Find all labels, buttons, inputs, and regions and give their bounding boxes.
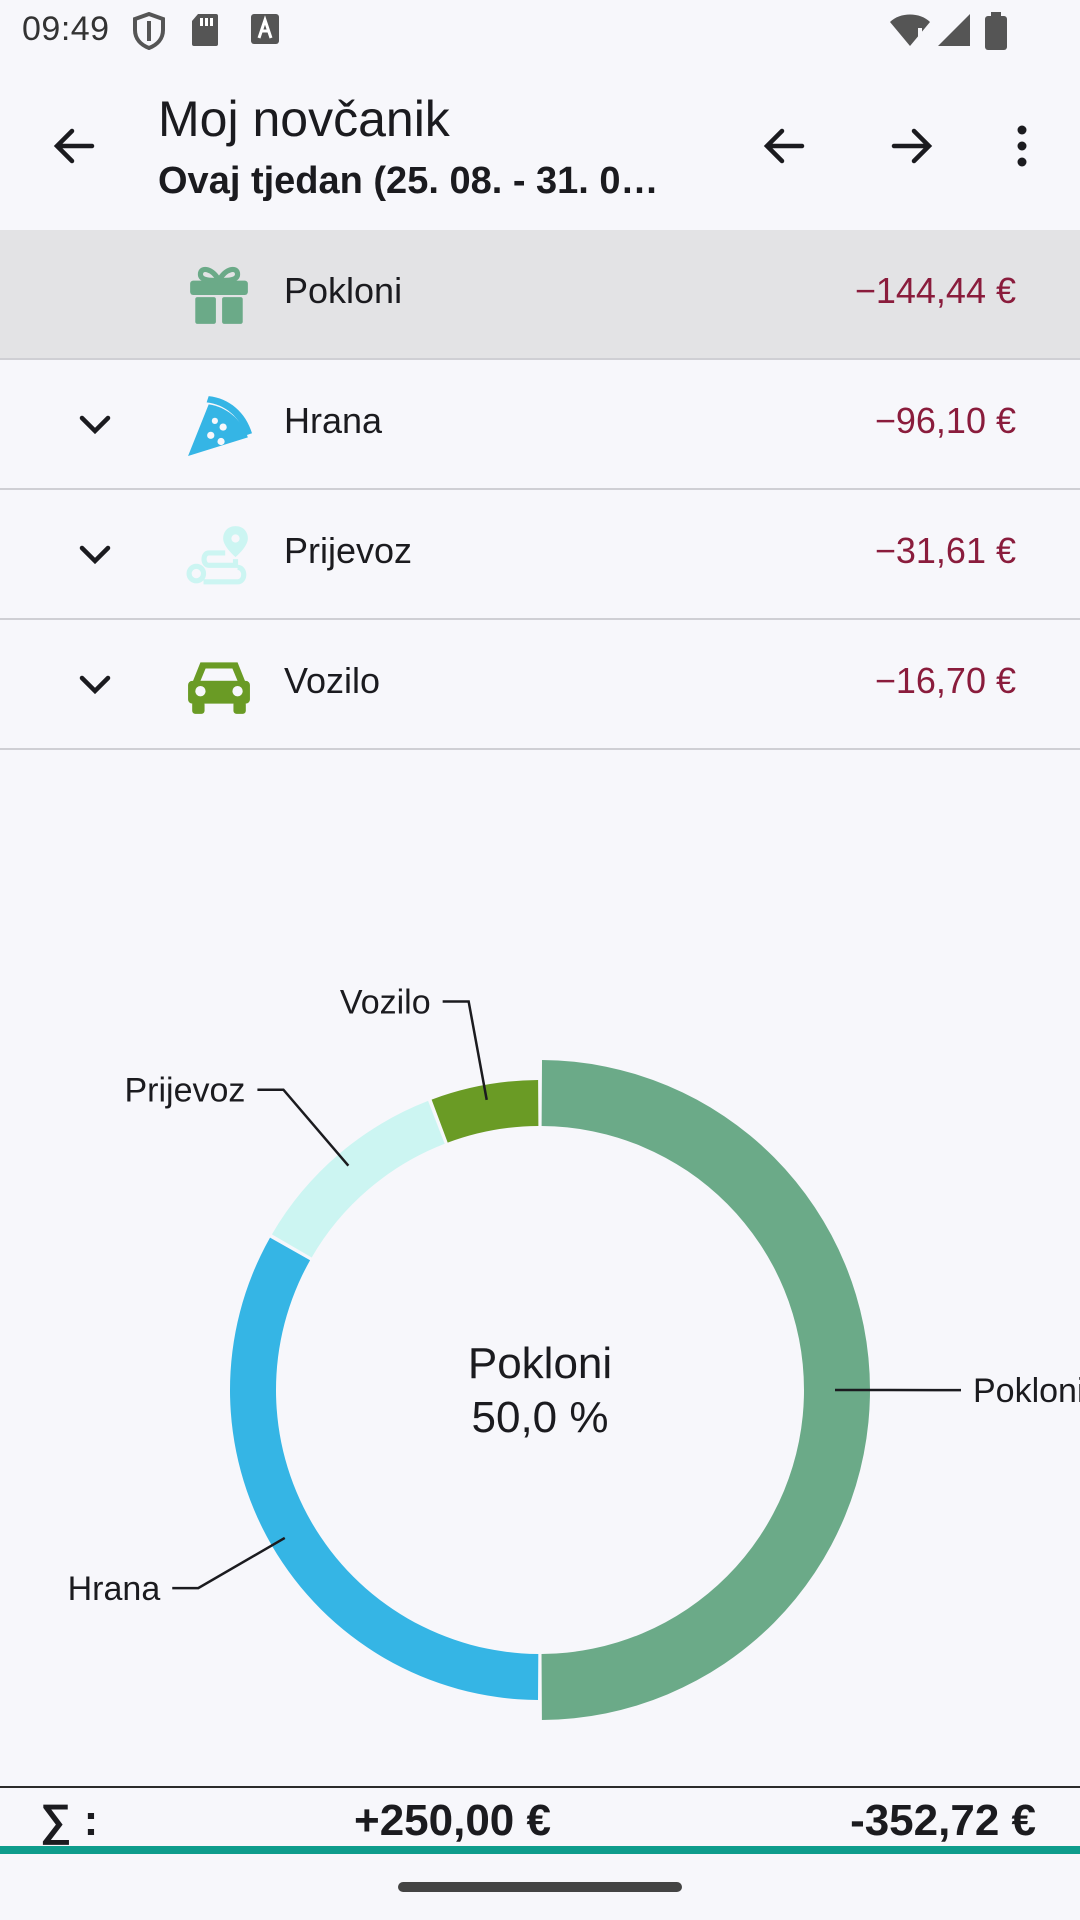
next-period-button[interactable] xyxy=(872,106,952,186)
app-bar: Moj novčanik Ovaj tjedan (25. 08. - 31. … xyxy=(0,62,1080,230)
previous-period-button[interactable] xyxy=(744,106,824,186)
period-subtitle[interactable]: Ovaj tjedan (25. 08. - 31. 0… xyxy=(158,160,659,203)
signal-icon xyxy=(938,14,970,46)
chevron-down-icon[interactable] xyxy=(70,400,120,450)
slice-label-prijevoz: Prijevoz xyxy=(124,1072,245,1110)
leader-line-hrana xyxy=(172,1536,286,1590)
category-label: Prijevoz xyxy=(284,530,413,571)
chart-center-value: 50,0 % xyxy=(472,1393,609,1442)
status-bar: 09:49 xyxy=(0,0,1080,62)
category-label: Hrana xyxy=(284,400,383,441)
donut-chart[interactable]: Pokloni Hrana Prijevoz Vozilo Pokloni 50,0 … xyxy=(0,740,1080,1780)
category-label: Vozilo xyxy=(284,660,381,701)
slice-prijevoz[interactable] xyxy=(271,1100,445,1258)
route-icon xyxy=(186,526,248,585)
font-a-icon xyxy=(251,14,279,44)
total-expense: -352,72 € xyxy=(850,1796,1036,1845)
slice-label-pokloni: Pokloni xyxy=(973,1372,1080,1410)
more-options-button[interactable] xyxy=(982,106,1062,186)
category-amount: −96,10 € xyxy=(874,400,1016,441)
sum-label: ∑ : xyxy=(40,1796,99,1845)
app-title: Moj novčanik xyxy=(158,91,450,147)
wifi-icon xyxy=(890,14,930,46)
category-amount: −31,61 € xyxy=(874,530,1016,571)
slice-pokloni[interactable] xyxy=(541,1060,871,1720)
category-amount: −144,44 € xyxy=(854,270,1016,311)
back-button[interactable] xyxy=(34,106,114,186)
arrow-left-icon xyxy=(763,128,805,164)
slice-label-vozilo: Vozilo xyxy=(340,983,431,1021)
pizza-icon xyxy=(188,396,252,456)
chevron-down-icon[interactable] xyxy=(70,660,120,710)
total-income: +250,00 € xyxy=(354,1796,551,1845)
arrow-right-icon xyxy=(891,128,933,164)
category-amount: −16,70 € xyxy=(874,660,1016,701)
more-vert-icon xyxy=(1017,125,1027,167)
sd-card-icon xyxy=(192,14,218,46)
accent-divider xyxy=(0,1846,1080,1854)
shield-icon xyxy=(133,12,165,50)
chevron-down-icon[interactable] xyxy=(70,530,120,580)
gift-icon xyxy=(190,266,248,324)
leader-line-prijevoz xyxy=(257,1088,350,1167)
status-time: 09:49 xyxy=(22,10,110,48)
totals-footer: ∑ : +250,00 € -352,72 € xyxy=(0,1786,1080,1848)
arrow-left-icon xyxy=(53,128,95,164)
gesture-nav-handle[interactable] xyxy=(398,1882,682,1892)
category-row-pokloni[interactable]: Pokloni −144,44 € xyxy=(0,230,1080,360)
category-row-prijevoz[interactable]: Prijevoz −31,61 € xyxy=(0,490,1080,620)
category-list: Pokloni −144,44 € Hrana −96,10 € Prijevo… xyxy=(0,230,1080,750)
battery-icon xyxy=(985,12,1007,50)
slice-hrana[interactable] xyxy=(229,1237,539,1700)
chart-center-label: Pokloni xyxy=(468,1339,612,1388)
category-label: Pokloni xyxy=(284,270,403,311)
leader-line-vozilo xyxy=(442,1000,488,1101)
car-icon xyxy=(188,662,250,714)
category-row-hrana[interactable]: Hrana −96,10 € xyxy=(0,360,1080,490)
category-row-vozilo[interactable]: Vozilo −16,70 € xyxy=(0,620,1080,750)
slice-label-hrana: Hrana xyxy=(68,1570,161,1608)
